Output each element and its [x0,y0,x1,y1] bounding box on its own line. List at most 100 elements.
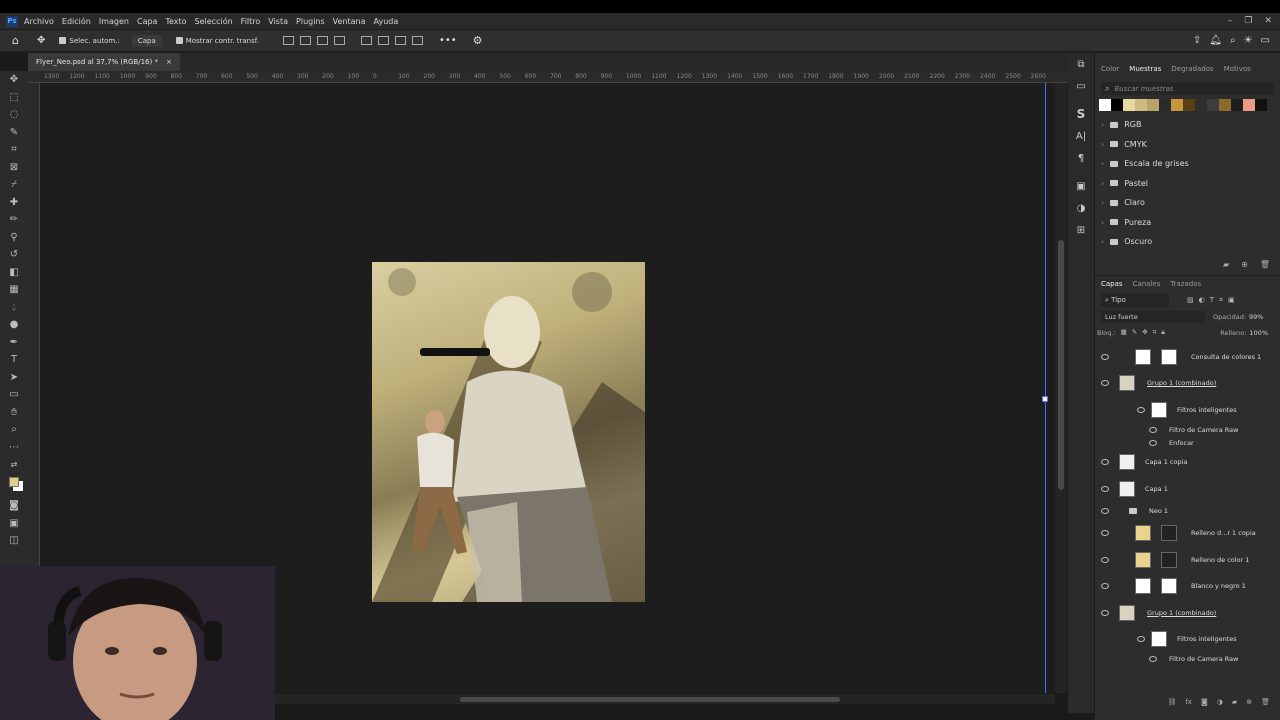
healing-brush-tool-icon[interactable]: ✚ [0,194,28,212]
align-bottom-icon[interactable] [394,36,406,45]
visibility-eye-icon[interactable] [1137,406,1145,413]
history-panel-icon[interactable]: ⧉ [1068,53,1094,75]
visibility-eye-icon[interactable] [1149,426,1157,433]
folder-cmyk[interactable]: › CMYK [1095,135,1280,155]
folder-pureza[interactable]: › Pureza [1095,213,1280,233]
notifications-icon[interactable]: 🔔︎ [1209,35,1222,46]
more-options-icon[interactable]: ••• [439,35,457,46]
properties-panel-icon[interactable]: ⊞ [1068,219,1094,241]
new-swatch-icon[interactable]: ⊕ [1241,260,1248,269]
new-layer-icon[interactable]: ⊕ [1246,698,1252,706]
eraser-tool-icon[interactable]: ◧ [0,264,28,282]
tab-degradados[interactable]: Degradados [1171,65,1213,73]
zoom-tool-icon[interactable]: ⌕ [0,421,28,439]
guide-handle[interactable] [1042,396,1048,402]
gear-icon[interactable]: ⚙ [473,34,483,47]
menu-seleccion[interactable]: Selección [195,17,233,26]
layer-row[interactable]: Capa 1 copia [1095,449,1280,476]
type-tool-icon[interactable]: T [0,351,28,369]
tab-canales[interactable]: Canales [1133,280,1161,288]
layer-row[interactable]: Neo 1 [1095,502,1280,520]
layer-filter-dropdown[interactable]: ⌕ Tipo [1101,294,1169,307]
folder-oscuro[interactable]: › Oscuro [1095,232,1280,252]
light-icon[interactable]: ☀ [1244,35,1253,46]
more-tools-icon[interactable]: ⋯ [0,439,28,457]
comments-panel-icon[interactable]: ▭ [1068,75,1094,97]
layer-mask-thumbnail[interactable] [1161,578,1177,595]
history-brush-tool-icon[interactable]: ↺ [0,246,28,264]
autoselect-checkbox[interactable]: Selec. autom.: [59,37,120,45]
adjustments-panel-icon[interactable]: ◑ [1068,197,1094,219]
layer-row[interactable]: Consulta de colores 1 [1095,344,1280,371]
tab-trazados[interactable]: Trazados [1170,280,1201,288]
tab-motivos[interactable]: Motivos [1224,65,1251,73]
menu-imagen[interactable]: Imagen [99,17,129,26]
adjustment-layer-icon[interactable]: ◑ [1217,698,1223,706]
character-panel-icon[interactable]: A| [1068,125,1094,147]
clone-stamp-tool-icon[interactable]: ⚲ [0,229,28,247]
distribute-vertical-icon[interactable] [411,36,423,45]
folder-grayscale[interactable]: › Escala de grises [1095,154,1280,174]
fill-input[interactable]: 100% [1249,329,1268,337]
swap-colors-icon[interactable]: ⇄ [0,456,28,474]
document-tab[interactable]: Flyer_Neo.psd al 37,7% (RGB/16) * × [28,53,180,71]
align-middle-icon[interactable] [377,36,389,45]
dodge-tool-icon[interactable]: ● [0,316,28,334]
blur-tool-icon[interactable]: 💧︎ [0,299,28,317]
show-transform-checkbox[interactable]: Mostrar contr. transf. [175,37,259,45]
swatch[interactable] [1207,99,1219,111]
visibility-eye-icon[interactable] [1101,609,1109,616]
quick-select-tool-icon[interactable]: ✎ [0,124,28,142]
guide-line[interactable] [1045,83,1046,693]
layer-row[interactable]: Filtro de Camera Raw [1095,423,1280,436]
path-selection-tool-icon[interactable]: ➤ [0,369,28,387]
quick-mask-icon[interactable]: ◙ [0,497,28,515]
folder-rgb[interactable]: › RGB [1095,115,1280,135]
visibility-eye-icon[interactable] [1149,439,1157,446]
menu-ventana[interactable]: Ventana [333,17,366,26]
close-tab-icon[interactable]: × [166,58,172,66]
tab-color[interactable]: Color [1101,65,1119,73]
swatch[interactable] [1099,99,1111,111]
swatch[interactable] [1147,99,1159,111]
gradient-tool-icon[interactable]: ▦ [0,281,28,299]
frame-tool-icon[interactable]: ⊠ [0,159,28,177]
horizontal-ruler[interactable]: 1300 1200 1100 1000 900 800 700 600 500 400 300 200… [28,71,1068,83]
menu-texto[interactable]: Texto [165,17,186,26]
crop-tool-icon[interactable]: ⌗ [0,141,28,159]
share-icon[interactable]: ⇪ [1193,35,1201,46]
menu-plugins[interactable]: Plugins [296,17,325,26]
visibility-eye-icon[interactable] [1137,636,1145,643]
swatch[interactable] [1135,99,1147,111]
blend-mode-dropdown[interactable]: Luz fuerte [1101,310,1205,323]
libraries-panel-icon[interactable]: ▣ [1068,175,1094,197]
layer-row[interactable]: Blanco y negro 1 [1095,573,1280,600]
new-group-icon[interactable]: ▰ [1232,698,1237,706]
brush-tool-icon[interactable]: ✏ [0,211,28,229]
restore-icon[interactable]: ❐ [1244,16,1252,26]
layer-row[interactable]: Grupo 1 (combinado) [1095,370,1280,397]
layer-row[interactable]: Grupo 1 (combinado) [1095,600,1280,627]
paragraph-panel-icon[interactable]: ¶ [1068,147,1094,169]
move-tool-icon[interactable]: ✥ [0,71,28,89]
folder-pastel[interactable]: › Pastel [1095,174,1280,194]
search-icon[interactable]: ⌕ [1230,35,1236,46]
menu-filtro[interactable]: Filtro [241,17,261,26]
menu-archivo[interactable]: Archivo [24,17,54,26]
align-top-icon[interactable] [360,36,372,45]
swatch[interactable] [1123,99,1135,111]
visibility-eye-icon[interactable] [1101,530,1109,537]
layer-row[interactable]: Filtros inteligentes [1095,626,1280,653]
layer-row[interactable]: Filtro de Camera Raw [1095,653,1280,666]
swatch[interactable] [1243,99,1255,111]
lasso-tool-icon[interactable]: ◌ [0,106,28,124]
new-folder-icon[interactable]: ▰ [1223,260,1229,269]
lock-icons[interactable]: ▦✎✥⌗🔒︎ [1121,328,1170,337]
layer-row[interactable]: Filtros inteligentes [1095,397,1280,424]
visibility-eye-icon[interactable] [1101,583,1109,590]
visibility-eye-icon[interactable] [1101,380,1109,387]
visibility-eye-icon[interactable] [1101,353,1109,360]
menu-capa[interactable]: Capa [137,17,157,26]
swatch[interactable] [1219,99,1231,111]
fx-icon[interactable]: fx [1185,698,1192,706]
